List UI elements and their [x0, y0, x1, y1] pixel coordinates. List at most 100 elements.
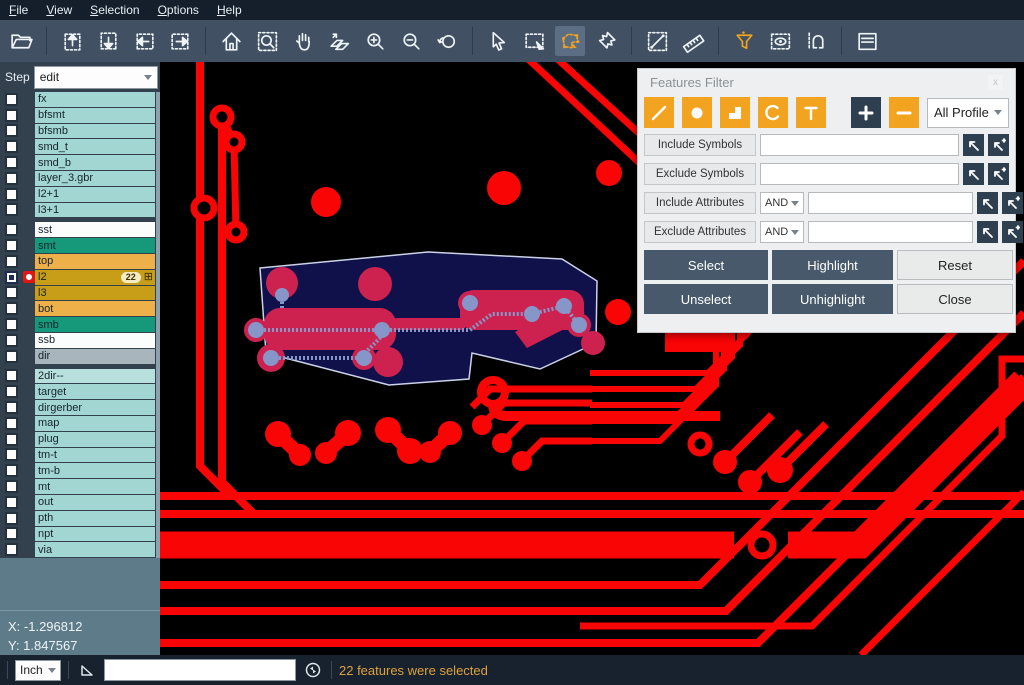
layer-row[interactable]: dirgerber [0, 400, 160, 415]
zoom-out-icon[interactable] [396, 26, 426, 56]
select-button[interactable]: Select [644, 250, 768, 280]
close-button[interactable]: Close [897, 284, 1013, 314]
pick-symbol-icon[interactable] [963, 163, 984, 185]
zoom-previous-icon[interactable] [432, 26, 462, 56]
filter-pad-icon[interactable] [682, 97, 712, 128]
layer-row[interactable]: plug [0, 432, 160, 447]
layer-row[interactable]: mt [0, 479, 160, 494]
layer-visibility-checkbox[interactable] [0, 301, 22, 316]
layer-row[interactable]: pth [0, 511, 160, 526]
layer-list-scrollbar[interactable] [156, 92, 160, 558]
layer-row[interactable]: bfsmt [0, 108, 160, 123]
layer-active-indicator[interactable] [22, 222, 35, 237]
filter-surface-icon[interactable] [720, 97, 750, 128]
layer-visibility-checkbox[interactable] [0, 448, 22, 463]
step-select[interactable]: edit [34, 66, 158, 89]
layer-row[interactable]: smb [0, 317, 160, 332]
unhighlight-button[interactable]: Unhighlight [772, 284, 893, 314]
layer-active-indicator[interactable] [22, 333, 35, 348]
layer-visibility-checkbox[interactable] [0, 317, 22, 332]
layer-row[interactable]: smd_t [0, 139, 160, 154]
pick-attribute-icon[interactable] [977, 192, 998, 214]
layer-row[interactable]: bfsmb [0, 124, 160, 139]
menu-options[interactable]: Options [149, 0, 208, 20]
layer-name-cell[interactable]: mt [35, 479, 155, 494]
layer-row[interactable]: smt [0, 238, 160, 253]
layer-visibility-checkbox[interactable] [0, 511, 22, 526]
layer-active-indicator[interactable] [22, 384, 35, 399]
layer-name-cell[interactable]: l2 22 ⊞ [35, 270, 155, 285]
layer-visibility-checkbox[interactable] [0, 432, 22, 447]
layer-name-cell[interactable]: dir [35, 349, 155, 364]
layer-visibility-checkbox[interactable] [0, 171, 22, 186]
menu-file[interactable]: File [0, 0, 37, 20]
layer-active-indicator[interactable] [22, 108, 35, 123]
layer-row[interactable]: l3+1 [0, 203, 160, 218]
layer-name-cell[interactable]: map [35, 416, 155, 431]
select-rectangle-icon[interactable] [519, 26, 549, 56]
layer-row[interactable]: tm-t [0, 448, 160, 463]
layer-active-indicator[interactable] [22, 448, 35, 463]
layer-active-indicator[interactable] [22, 238, 35, 253]
selection-polygon[interactable] [244, 252, 605, 385]
dialog-close-icon[interactable]: x [988, 75, 1003, 90]
features-filter-icon[interactable] [729, 26, 759, 56]
menu-help[interactable]: Help [208, 0, 251, 20]
layer-name-cell[interactable]: tm-b [35, 463, 155, 478]
layer-active-indicator[interactable] [22, 542, 35, 557]
menu-view[interactable]: View [37, 0, 81, 20]
layer-visibility-checkbox[interactable] [0, 479, 22, 494]
layer-name-cell[interactable]: dirgerber [35, 400, 155, 415]
pan-up-icon[interactable] [57, 26, 87, 56]
layer-active-indicator[interactable] [22, 92, 35, 107]
layer-row[interactable]: sst [0, 222, 160, 237]
clean-tool-icon[interactable] [591, 26, 621, 56]
layer-name-cell[interactable]: bfsmt [35, 108, 155, 123]
layer-visibility-checkbox[interactable] [0, 527, 22, 542]
pick-add-attribute-icon[interactable] [1002, 192, 1023, 214]
layer-row[interactable]: l2+1 [0, 187, 160, 202]
layer-visibility-checkbox[interactable] [0, 542, 22, 557]
layer-row[interactable]: out [0, 495, 160, 510]
layer-active-indicator[interactable] [22, 124, 35, 139]
layer-row[interactable]: fx [0, 92, 160, 107]
include-symbols-input[interactable] [760, 134, 959, 156]
filter-line-icon[interactable] [644, 97, 674, 128]
layer-active-indicator[interactable] [22, 270, 35, 285]
pick-add-attribute-icon[interactable] [1002, 221, 1023, 243]
snap-icon[interactable] [801, 26, 831, 56]
layer-row[interactable]: 2dir-- [0, 369, 160, 384]
pan-down-icon[interactable] [93, 26, 123, 56]
view-highlight-icon[interactable] [765, 26, 795, 56]
layer-name-cell[interactable]: l3 [35, 286, 155, 301]
layer-row[interactable]: npt [0, 527, 160, 542]
layer-active-indicator[interactable] [22, 416, 35, 431]
layer-visibility-checkbox[interactable] [0, 187, 22, 202]
layer-name-cell[interactable]: layer_3.gbr [35, 171, 155, 186]
layer-row[interactable]: l3 [0, 286, 160, 301]
filter-arc-icon[interactable] [758, 97, 788, 128]
layer-row[interactable]: dir [0, 349, 160, 364]
layer-active-indicator[interactable] [22, 479, 35, 494]
layer-name-cell[interactable]: 2dir-- [35, 369, 155, 384]
layer-row[interactable]: target [0, 384, 160, 399]
layer-visibility-checkbox[interactable] [0, 139, 22, 154]
angle-mode-icon[interactable] [76, 659, 98, 681]
exclude-attributes-button[interactable]: Exclude Attributes [644, 221, 756, 243]
layer-name-cell[interactable]: target [35, 384, 155, 399]
filter-add-icon[interactable] [851, 97, 881, 128]
layer-active-indicator[interactable] [22, 400, 35, 415]
include-symbols-button[interactable]: Include Symbols [644, 134, 756, 156]
layer-active-indicator[interactable] [22, 139, 35, 154]
layer-visibility-checkbox[interactable] [0, 155, 22, 170]
layer-active-indicator[interactable] [22, 301, 35, 316]
layer-visibility-checkbox[interactable] [0, 400, 22, 415]
layer-row[interactable]: via [0, 542, 160, 557]
layer-active-indicator[interactable] [22, 317, 35, 332]
ruler-icon[interactable] [678, 26, 708, 56]
reset-button[interactable]: Reset [897, 250, 1013, 280]
layer-row[interactable]: l2 22 ⊞ [0, 270, 160, 285]
include-attributes-input[interactable] [808, 192, 973, 214]
layer-name-cell[interactable]: npt [35, 527, 155, 542]
layer-row[interactable]: map [0, 416, 160, 431]
